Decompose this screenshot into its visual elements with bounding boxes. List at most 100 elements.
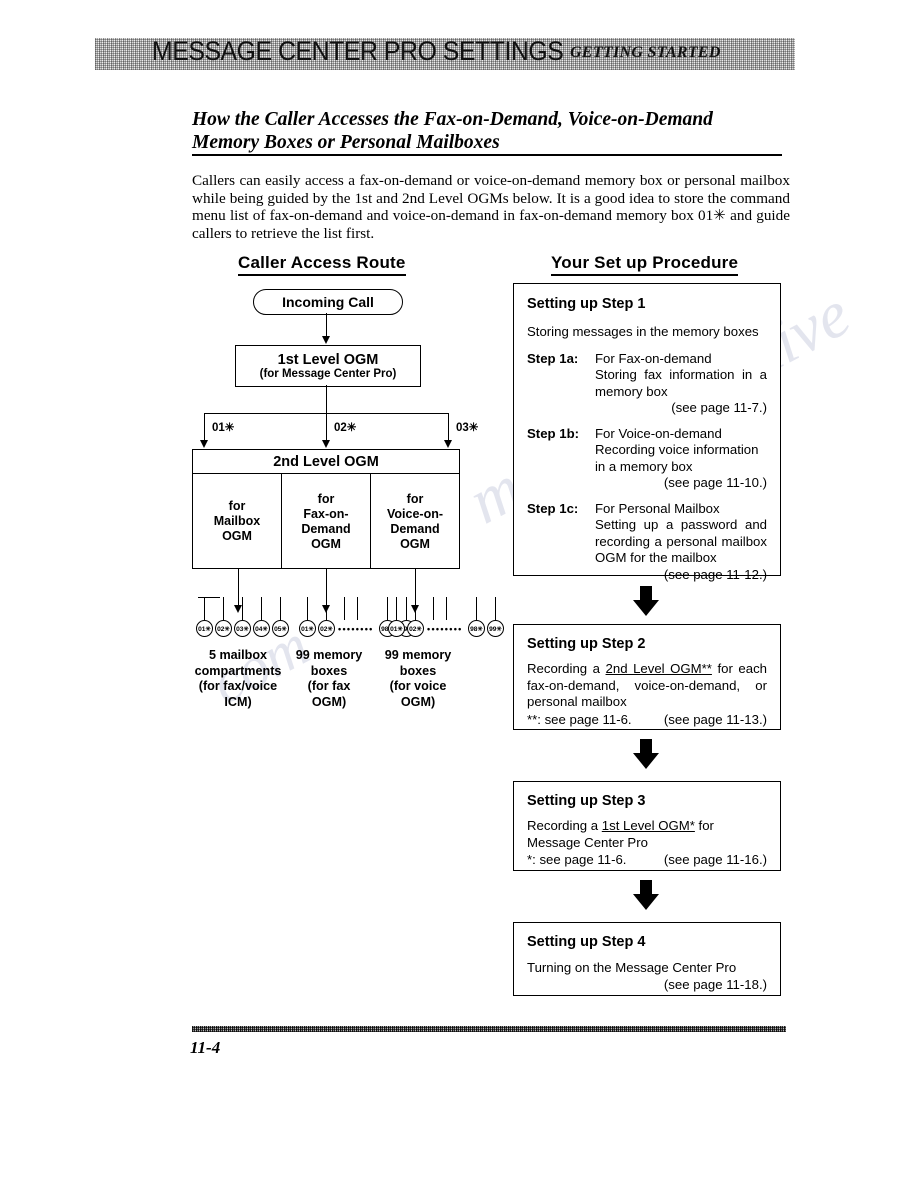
col2-line2: Fax-on- [303,506,349,521]
second-level-ogm-header: 2nd Level OGM [193,450,459,474]
step3-body: Recording a 1st Level OGM* for Message C… [527,818,767,851]
step1b-line2: Recording voice information in a memory … [595,442,759,474]
page-header-title: MESSAGE CENTER PRO SETTINGS [152,36,564,66]
step3-title: Setting up Step 3 [527,793,646,809]
caption-voice-l4: OGM) [400,694,436,709]
memory-box-circle: 98✳ [468,620,485,637]
caption-voice-l2: boxes [399,663,437,678]
memory-box-circle: 03✳ [234,620,251,637]
step2-title: Setting up Step 2 [527,636,646,652]
arrowhead-branch-3 [444,440,452,448]
intro-paragraph: Callers can easily access a fax-on-deman… [192,172,790,242]
arrowhead-branch-1 [200,440,208,448]
circle-stem [242,597,244,620]
caption-mailbox: 5 mailbox compartments (for fax/voice IC… [186,648,290,710]
col2-line1: for [317,491,335,506]
step3-body-pre: Recording a [527,818,602,833]
setup-step-4-box: Setting up Step 4 Turning on the Message… [513,922,781,996]
circle-stem [344,597,346,620]
branch-label-1: 01✳ [212,422,235,434]
col3-line1: for [406,491,424,506]
arrowhead-branch-2 [322,440,330,448]
circle-stem [280,597,282,620]
col3-line2: Voice-on- [386,506,444,521]
branch-line-2 [326,413,328,441]
step1a-page-ref: (see page 11-7.) [671,400,767,415]
setup-step-3-box: Setting up Step 3 Recording a 1st Level … [513,781,781,871]
col1-line1: for [228,499,246,513]
second-level-column-voice: for Voice-on- Demand OGM [370,474,459,569]
step4-page-ref: (see page 11-18.) [663,976,767,992]
setup-step-2-box: Setting up Step 2 Recording a 2nd Level … [513,624,781,730]
caption-fax-l2: boxes [310,663,348,678]
group1-bracket [198,597,220,599]
step2-refs: **: see page 11-6. (see page 11-13.) [527,712,767,729]
step2-footnote: **: see page 11-6. [527,711,632,727]
step1c-line1: For Personal Mailbox [595,500,720,516]
step4-title: Setting up Step 4 [527,934,646,950]
circle-stem [307,597,309,620]
memory-box-circle: 02✳ [318,620,335,637]
footer-rule [192,1026,786,1032]
setup-procedure-title: Your Set up Procedure [551,253,739,276]
document-page: manualsarchive com MESSAGE CENTER PRO SE… [0,0,918,1188]
caption-voice-l3: (for voice [389,679,447,693]
second-level-column-mailbox: for Mailbox OGM [193,474,281,569]
section-heading: How the Caller Accesses the Fax-on-Deman… [192,109,713,153]
branch-label-2: 02✳ [334,422,357,434]
connector-first-to-bus [326,385,328,414]
col1-line2: Mailbox [213,514,261,528]
step3-refs: *: see page 11-6. (see page 11-16.) [527,852,767,869]
caption-voice: 99 memory boxes (for voice OGM) [375,648,461,710]
col3-line4: OGM [400,536,430,551]
step3-page-ref: (see page 11-16.) [663,852,767,867]
arrowhead-first-level [322,336,330,344]
step2-body-pre: Recording a [527,661,606,676]
circle-stem [415,597,417,620]
circle-stem [433,597,435,620]
incoming-call-node: Incoming Call [253,289,403,315]
circle-stem [261,597,263,620]
step1a-label: Step 1a: [527,350,579,366]
memory-box-circle: 01✳ [388,620,405,637]
step1b-page-ref: (see page 11-10.) [663,475,767,490]
step1b-label: Step 1b: [527,425,580,441]
caption-mailbox-l3: (for fax/voice [198,679,278,693]
caller-access-route-title: Caller Access Route [238,253,406,276]
step3-body-link: 1st Level OGM* [601,818,695,833]
step1-title: Setting up Step 1 [527,296,646,312]
circle-stem [204,597,206,620]
first-level-ogm-line2: (for Message Center Pro) [259,367,397,380]
circle-stem [476,597,478,620]
caption-mailbox-l1: 5 mailbox [208,648,268,662]
memory-box-circle: 01✳ [196,620,213,637]
circle-ellipsis: •••••••• [427,624,463,634]
caption-mailbox-l2: compartments [194,663,282,678]
circle-stem [357,597,359,620]
first-level-ogm-node: 1st Level OGM (for Message Center Pro) [235,345,421,387]
first-level-ogm-line1: 1st Level OGM [277,351,379,368]
col3-line3: Demand [390,521,440,536]
memory-box-circle: 05✳ [272,620,289,637]
page-header-subtitle: GETTING STARTED [570,44,721,61]
circle-stem [406,597,408,620]
caption-fax-l3: (for fax [307,679,351,693]
page-number: 11-4 [190,1038,221,1057]
memory-box-circle: 01✳ [299,620,316,637]
circle-stem [223,597,225,620]
drop-line-mailbox [238,569,240,606]
branch-line-3 [448,413,450,441]
step1b-line1: For Voice-on-demand [595,425,722,441]
caption-fax-l4: OGM) [311,694,347,709]
setup-step-1-box: Setting up Step 1 Storing messages in th… [513,283,781,582]
caption-voice-l1: 99 memory [384,648,452,662]
col2-line4: OGM [311,536,341,551]
circle-stem [495,597,497,620]
circle-ellipsis: •••••••• [338,624,374,634]
memory-box-circle: 02✳ [215,620,232,637]
connector-incoming-to-first [326,313,328,337]
arrowhead-mailbox [234,605,242,613]
step2-body: Recording a 2nd Level OGM** for each fax… [527,661,767,711]
col1-line3: OGM [222,529,252,543]
circle-stem [387,597,389,620]
